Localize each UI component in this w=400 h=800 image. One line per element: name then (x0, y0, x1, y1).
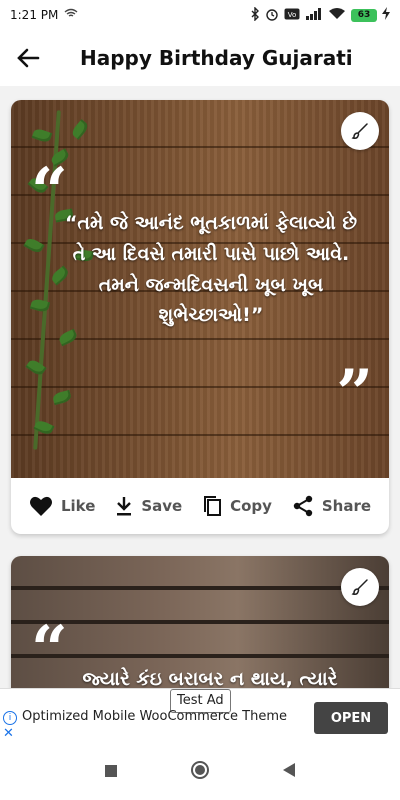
save-label: Save (141, 497, 183, 515)
share-label: Share (321, 497, 372, 515)
quote-image[interactable]: “ “તમે જે આનંદ ભૂતકાળમાં ફેલાવ્યો છે તે … (11, 100, 389, 478)
notification-icon (64, 8, 78, 23)
triangle-back-icon (283, 763, 295, 777)
svg-text:Vo: Vo (288, 11, 297, 19)
close-quote-icon: ” (336, 356, 373, 431)
signal-icon (305, 7, 323, 23)
edit-button[interactable] (341, 112, 379, 150)
ad-banner[interactable]: Test Ad i ✕ Optimized Mobile WooCommerce… (0, 688, 400, 745)
page-title: Happy Birthday Gujarati (80, 46, 353, 70)
recents-button[interactable] (104, 763, 118, 782)
edit-button[interactable] (341, 568, 379, 606)
bluetooth-icon (250, 5, 260, 24)
wifi-icon (328, 7, 346, 23)
status-time: 1:21 PM (10, 8, 59, 22)
back-arrow-icon (17, 48, 40, 68)
app-bar: Happy Birthday Gujarati (0, 30, 400, 86)
back-button[interactable] (0, 30, 56, 86)
card-actions: Like Save Copy Share (11, 478, 389, 534)
back-nav-button[interactable] (282, 762, 296, 782)
save-button[interactable]: Save (115, 496, 182, 516)
brush-icon (351, 579, 368, 595)
download-icon (117, 497, 132, 516)
system-nav-bar (0, 744, 400, 800)
heart-icon (29, 496, 52, 516)
copy-button[interactable]: Copy (202, 495, 272, 517)
like-button[interactable]: Like (29, 495, 95, 517)
ad-open-button[interactable]: OPEN (314, 702, 388, 734)
share-icon (293, 495, 313, 517)
charging-icon (382, 7, 390, 23)
share-button[interactable]: Share (292, 495, 371, 517)
copy-label: Copy (230, 497, 272, 515)
info-icon[interactable]: i (3, 711, 17, 725)
brush-icon (351, 123, 368, 139)
volte-icon: Vo (284, 8, 300, 23)
home-button[interactable] (190, 760, 210, 784)
square-icon (105, 764, 117, 777)
ad-text: Optimized Mobile WooCommerce Theme (22, 709, 287, 724)
battery-icon: 63 (351, 8, 377, 22)
status-bar: 1:21 PM Vo 63 (0, 0, 400, 30)
circle-icon (191, 761, 209, 779)
alarm-icon (265, 7, 279, 24)
quote-text: “તમે જે આનંદ ભૂતકાળમાં ફેલાવ્યો છે તે આ … (64, 212, 358, 327)
like-label: Like (60, 497, 96, 515)
copy-icon (204, 496, 222, 516)
close-icon[interactable]: ✕ (3, 726, 14, 741)
quote-card: “ “તમે જે આનંદ ભૂતકાળમાં ફેલાવ્યો છે તે … (11, 100, 389, 534)
